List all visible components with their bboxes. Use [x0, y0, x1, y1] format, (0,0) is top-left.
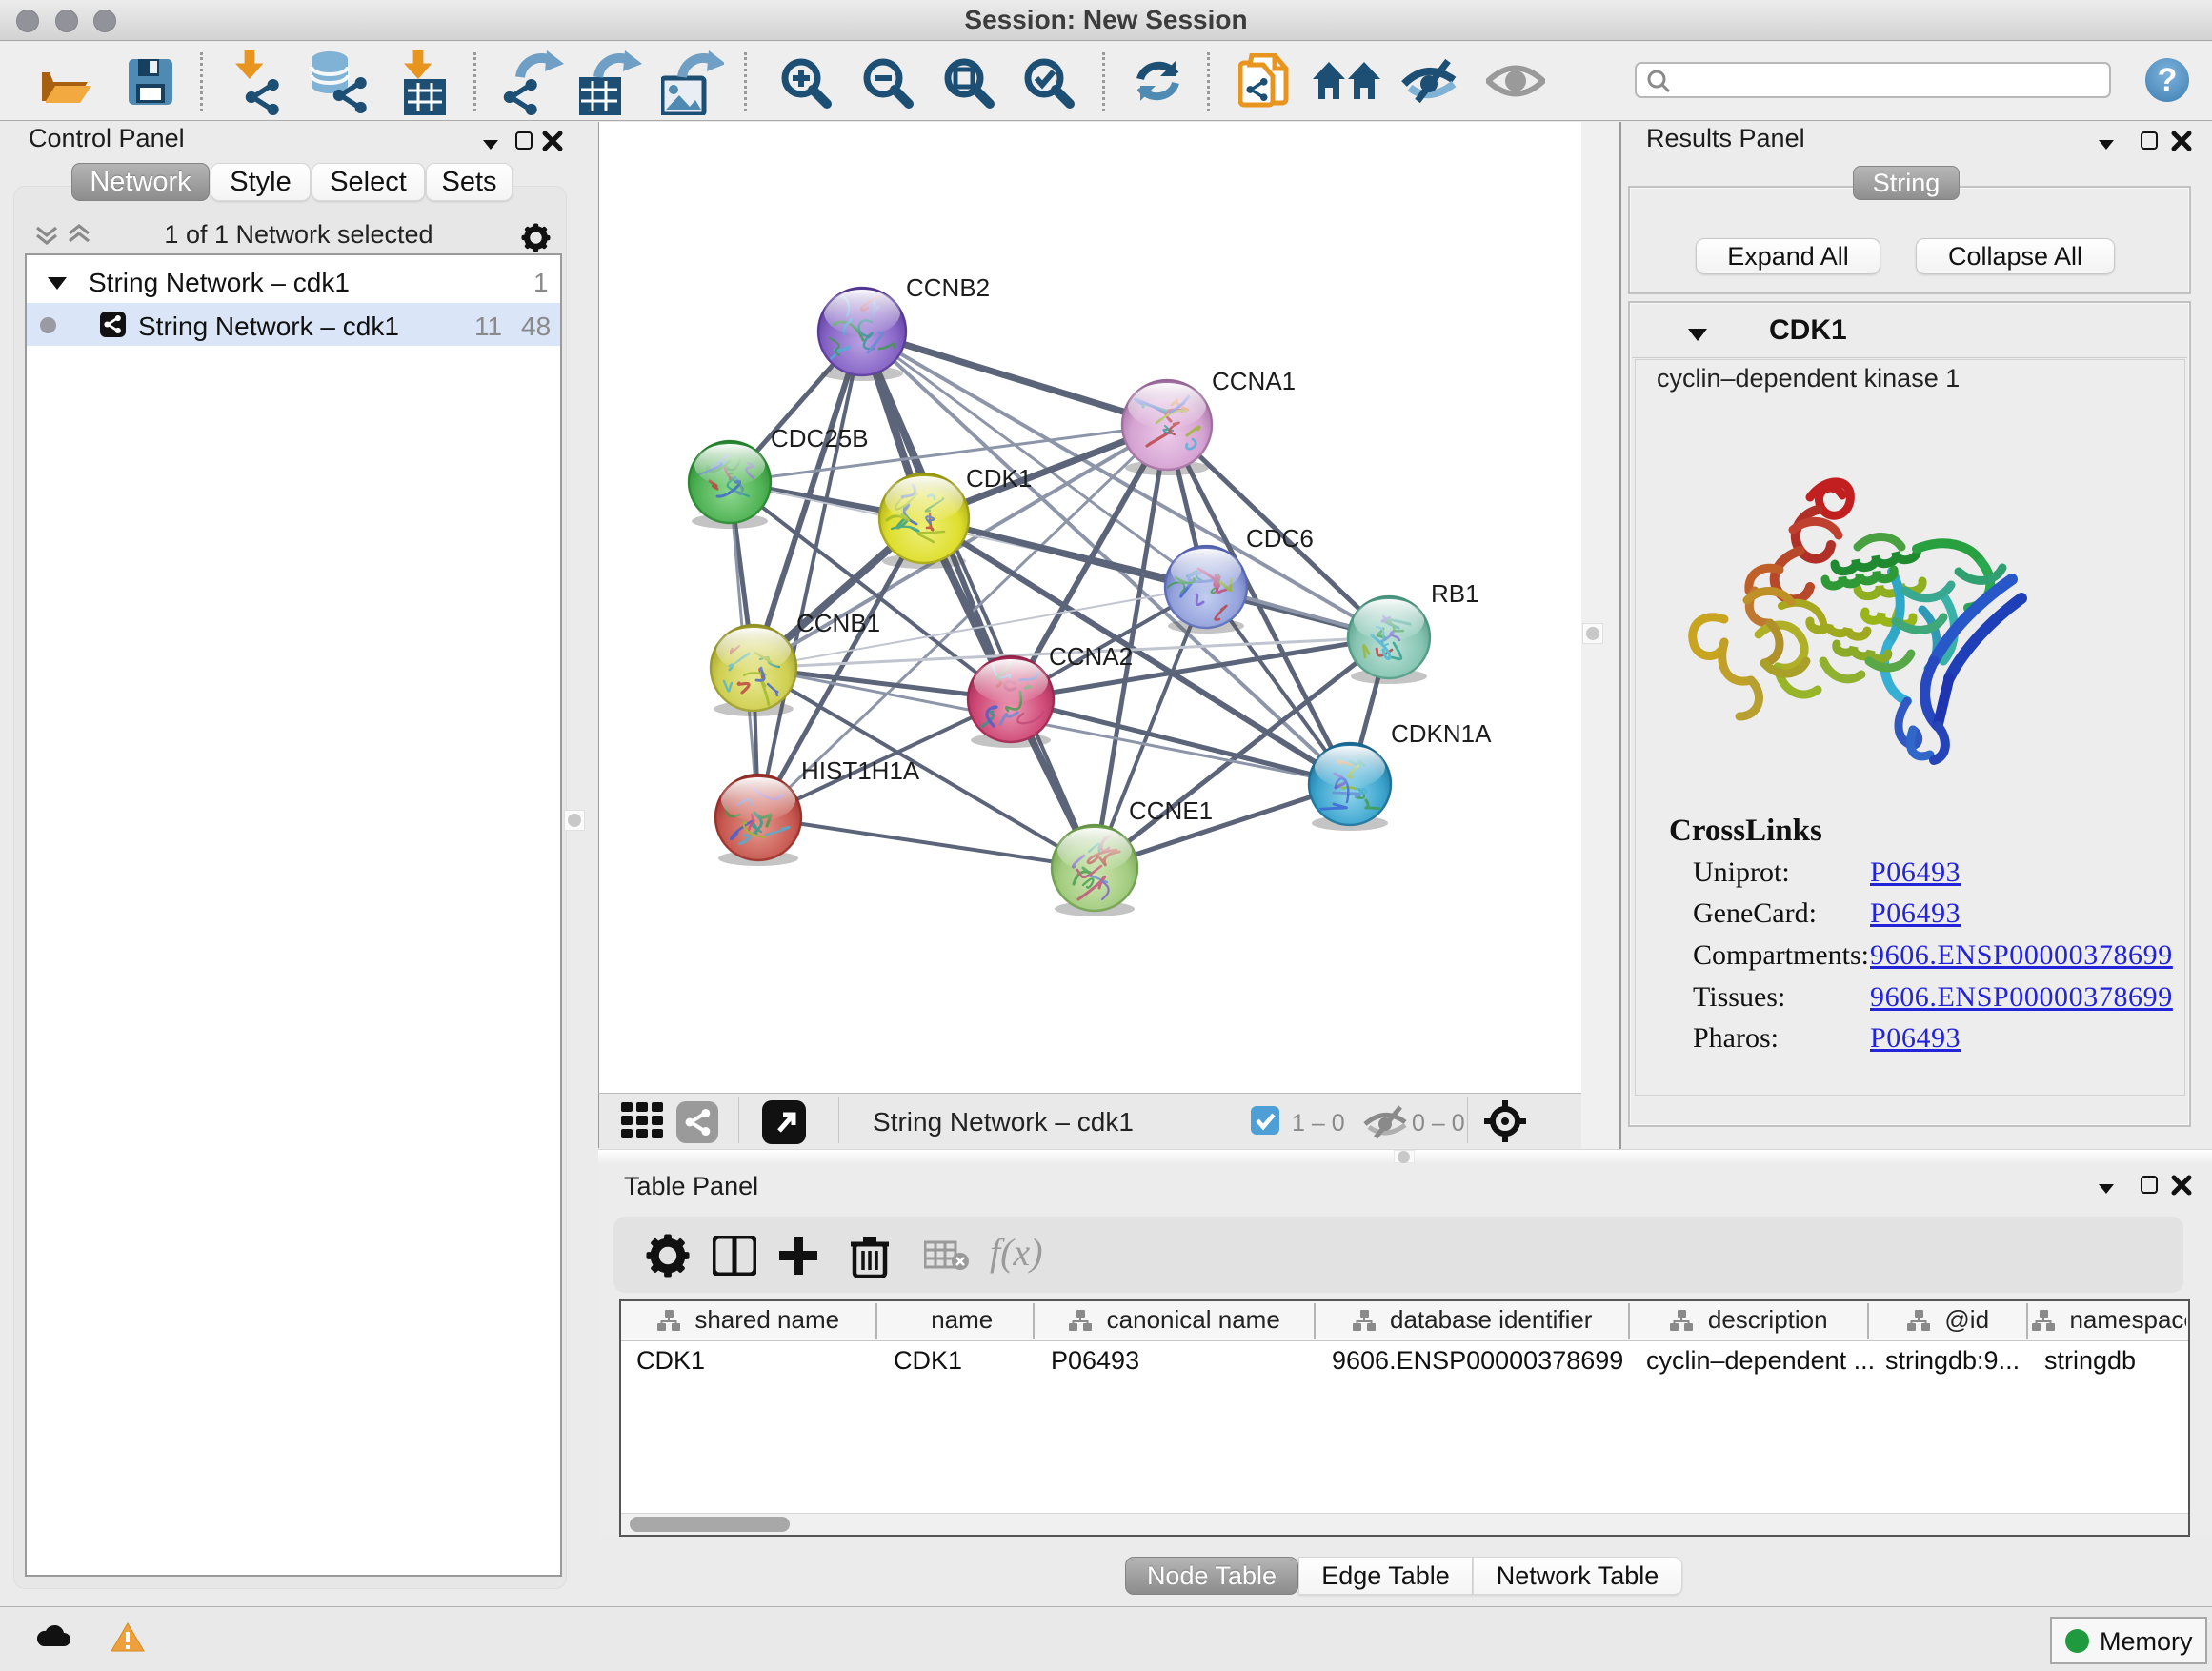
svg-text:CDC6: CDC6: [1246, 524, 1314, 553]
svg-text:CCNA1: CCNA1: [1212, 367, 1296, 395]
svg-text:CDKN1A: CDKN1A: [1391, 719, 1492, 748]
svg-text:CCNA2: CCNA2: [1049, 642, 1133, 671]
svg-text:CDK1: CDK1: [966, 464, 1032, 493]
svg-text:CCNE1: CCNE1: [1129, 796, 1213, 825]
svg-text:RB1: RB1: [1431, 579, 1479, 608]
svg-text:HIST1H1A: HIST1H1A: [801, 756, 920, 785]
svg-text:CDC25B: CDC25B: [771, 424, 869, 453]
svg-text:CCNB1: CCNB1: [796, 609, 880, 637]
svg-text:CCNB2: CCNB2: [906, 273, 990, 302]
